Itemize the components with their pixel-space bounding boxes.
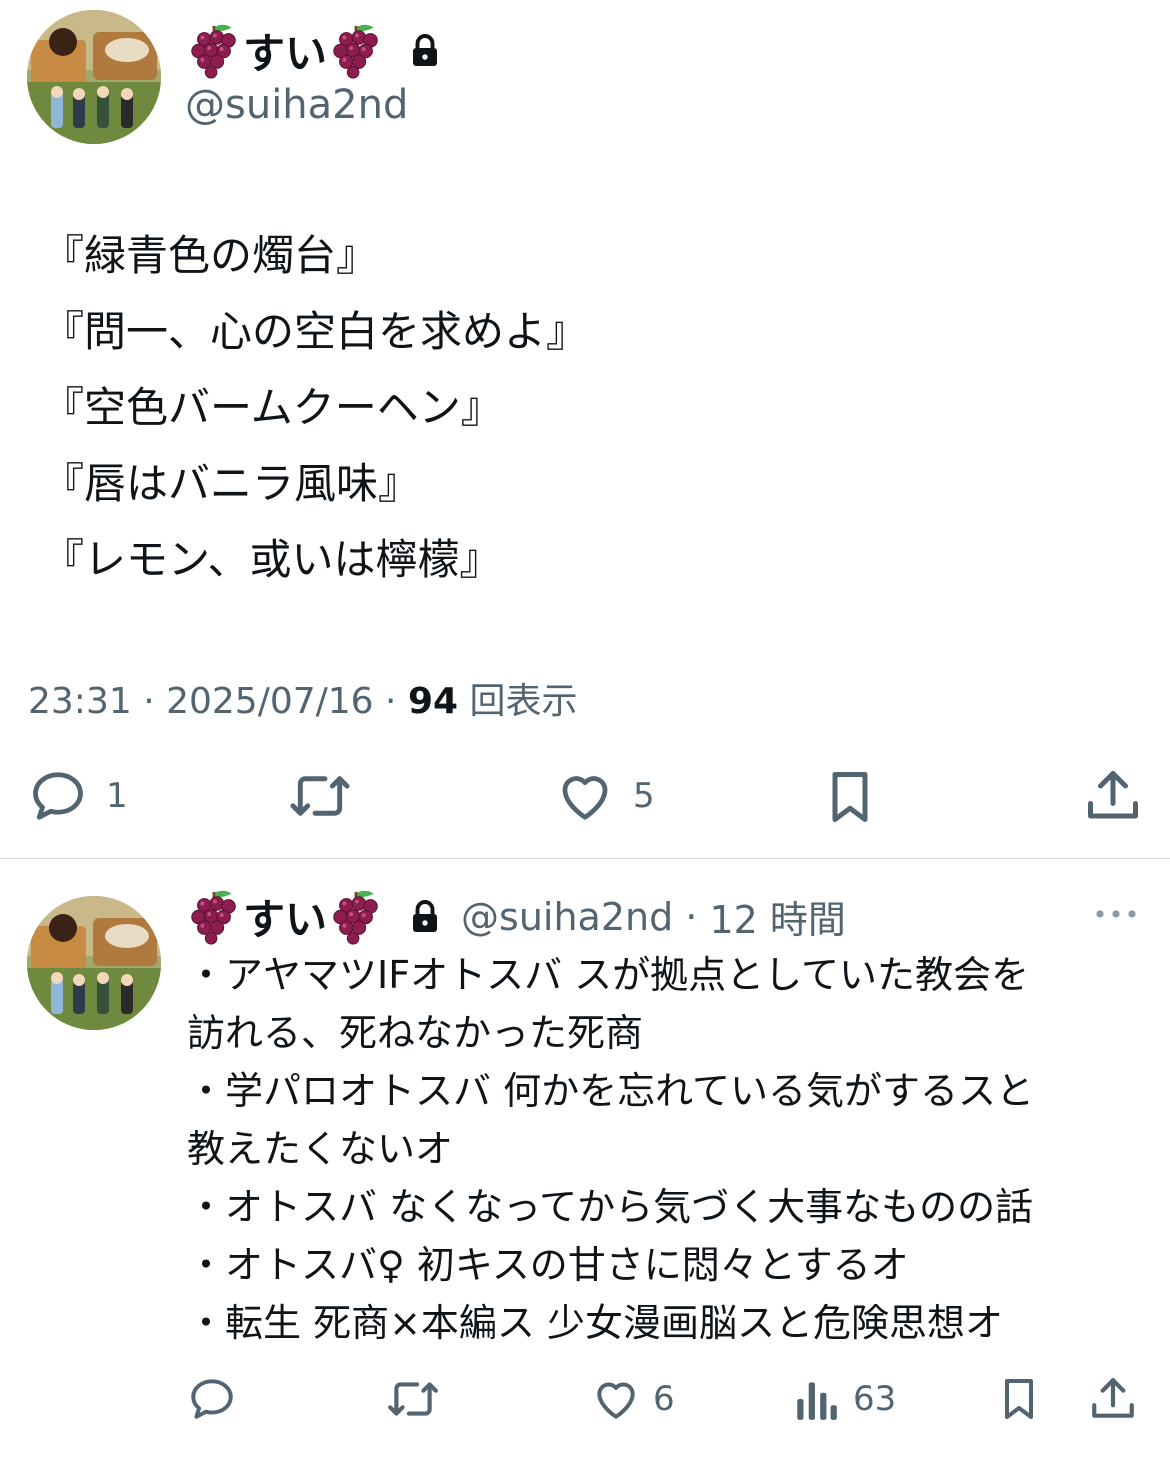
reply-line: ・転生 死商×本編ス 少女漫画脳スと危険思想オ — [187, 1301, 1004, 1345]
reply-line: ・学パロオトスバ 何かを忘れている気がするスと — [187, 1069, 1034, 1113]
reply-button[interactable]: 1 — [28, 766, 128, 826]
author-handle[interactable]: @suiha2nd — [185, 82, 408, 128]
reply-line: 訪れる、死ねなかった死商 — [187, 1011, 644, 1055]
grape-emoji — [185, 22, 243, 80]
grape-emoji — [327, 888, 385, 946]
share-icon — [1088, 771, 1138, 819]
tweet-line: 『緑青色の燭台』 — [42, 231, 379, 280]
bookmark-icon — [832, 772, 868, 822]
lock-icon — [407, 33, 443, 69]
reply-header: すい @suiha2nd · 12 時間 — [185, 886, 846, 947]
reply-line: ・オトスバ♀ 初キスの甘さに悶々とするオ — [187, 1243, 909, 1287]
reply-views-count: 63 — [853, 1379, 897, 1419]
views-icon — [797, 1382, 837, 1420]
reply-views-button[interactable]: 63 — [795, 1374, 896, 1424]
reply-bookmark-button[interactable] — [995, 1372, 1043, 1426]
reply-icon — [191, 1379, 233, 1419]
tweet-line: 『問一、心の空白を求めよ』 — [42, 307, 589, 356]
reply-line: ・アヤマツIFオトスバ スが拠点としていた教会を — [187, 953, 1030, 997]
reply-author-name[interactable]: すい — [243, 886, 327, 947]
tweet-body: 『緑青色の燭台』 『問一、心の空白を求めよ』 『空色バームクーヘン』 『唇はバニ… — [42, 218, 588, 598]
bookmark-button[interactable] — [820, 766, 880, 828]
avatar-image — [27, 896, 161, 1030]
reply-share-button[interactable] — [1088, 1374, 1138, 1424]
retweet-button[interactable] — [288, 766, 370, 826]
reply-line: ・オトスバ なくなってから気づく大事なものの話 — [187, 1185, 1034, 1229]
retweet-icon — [388, 1382, 438, 1416]
tweet-time[interactable]: 23:31 — [28, 681, 132, 722]
views-count: 94 — [407, 681, 459, 722]
reply-time-ago[interactable]: 12 時間 — [709, 889, 845, 944]
divider — [0, 858, 1170, 859]
reply-count: 1 — [106, 776, 128, 816]
tweet-line: 『レモン、或いは檸檬』 — [42, 535, 502, 584]
tweet-line: 『空色バームクーヘン』 — [42, 383, 503, 432]
share-button[interactable] — [1083, 766, 1143, 826]
like-count: 5 — [633, 776, 655, 816]
grape-emoji — [327, 22, 385, 80]
views-label: 回表示 — [469, 681, 578, 722]
more-icon — [1096, 910, 1136, 918]
reply-retweet-button[interactable] — [386, 1374, 458, 1424]
tweet-line: 『唇はバニラ風味』 — [42, 459, 421, 508]
heart-icon — [562, 776, 608, 820]
tweet-meta: 23:31 · 2025/07/16 · 94 回表示 — [28, 681, 578, 722]
author-avatar[interactable] — [27, 10, 161, 144]
bookmark-icon — [1005, 1379, 1033, 1419]
reply-author-avatar[interactable] — [27, 896, 161, 1030]
reply-body: ・アヤマツIFオトスバ スが拠点としていた教会を 訪れる、死ねなかった死商 ・学… — [187, 946, 1034, 1352]
tweet-date[interactable]: 2025/07/16 — [166, 681, 374, 722]
share-icon — [1092, 1378, 1134, 1418]
reply-reply-button[interactable] — [187, 1374, 255, 1424]
grape-emoji — [185, 888, 243, 946]
reply-author-handle[interactable]: @suiha2nd — [461, 895, 673, 939]
author-name-row[interactable]: すい — [185, 20, 443, 81]
heart-icon — [597, 1382, 635, 1419]
lock-icon — [407, 899, 443, 935]
avatar-image — [27, 10, 161, 144]
reply-icon — [33, 772, 83, 820]
like-button[interactable]: 5 — [555, 766, 655, 826]
retweet-icon — [290, 776, 350, 816]
reply-like-button[interactable]: 6 — [591, 1374, 675, 1424]
author-name: すい — [243, 29, 328, 78]
more-button[interactable] — [1094, 902, 1138, 930]
reply-line: 教えたくないオ — [187, 1127, 454, 1171]
reply-like-count: 6 — [653, 1379, 675, 1419]
